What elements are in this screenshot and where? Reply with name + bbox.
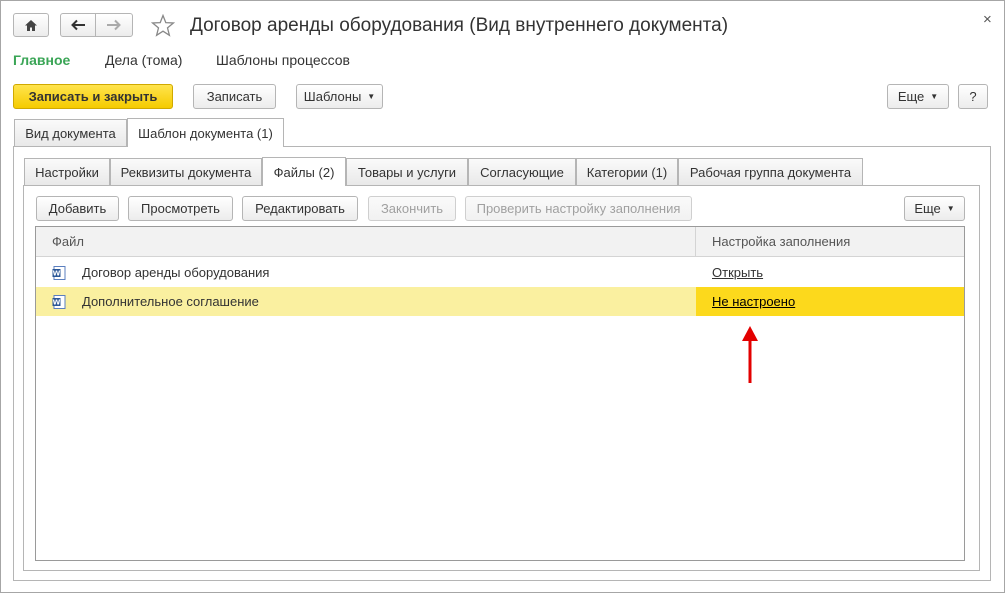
home-icon [25,19,37,31]
templates-dropdown-button[interactable]: Шаблоны ▼ [296,84,383,109]
caret-down-icon: ▼ [367,92,376,101]
back-button[interactable] [60,13,96,37]
tab-document-template[interactable]: Шаблон документа (1) [127,118,284,147]
annotation-arrow-up-icon [742,326,758,383]
caret-down-icon: ▼ [930,92,939,101]
file-name-cell: W Договор аренды оборудования [52,265,270,280]
tab-document-kind[interactable]: Вид документа [14,119,127,146]
arrow-right-icon [107,19,121,31]
tab-settings[interactable]: Настройки [24,158,110,185]
close-icon[interactable]: × [983,11,992,28]
word-document-icon: W [52,265,66,280]
tab-approvers[interactable]: Согласующие [468,158,576,185]
save-button[interactable]: Записать [193,84,276,109]
forward-button[interactable] [95,13,133,37]
help-button[interactable]: ? [958,84,988,109]
table-row[interactable]: W Дополнительное соглашение Не настроено [36,287,964,316]
files-table: Файл Настройка заполнения W Договор арен… [35,226,965,561]
view-button[interactable]: Просмотреть [128,196,233,221]
svg-text:W: W [53,269,61,277]
window-title: Договор аренды оборудования (Вид внутрен… [190,15,729,36]
check-filling-settings-button[interactable]: Проверить настройку заполнения [465,196,692,221]
home-button[interactable] [13,13,49,37]
table-row[interactable]: W Договор аренды оборудования Открыть [36,258,964,287]
tab-document-attributes[interactable]: Реквизиты документа [110,158,262,185]
files-more-dropdown-button[interactable]: Еще ▼ [904,196,965,221]
file-name-cell: W Дополнительное соглашение [52,294,259,309]
edit-button[interactable]: Редактировать [242,196,358,221]
filling-setting-link[interactable]: Не настроено [696,287,964,316]
section-main[interactable]: Главное [13,52,70,68]
svg-text:W: W [53,298,61,306]
save-and-close-button[interactable]: Записать и закрыть [13,84,173,109]
filling-setting-link[interactable]: Открыть [712,258,962,287]
tab-categories[interactable]: Категории (1) [576,158,678,185]
caret-down-icon: ▼ [946,204,955,213]
tab-working-group[interactable]: Рабочая группа документа [678,158,863,185]
tab-goods-services[interactable]: Товары и услуги [346,158,468,185]
column-header-file[interactable]: Файл [36,227,696,257]
arrow-left-icon [71,19,85,31]
tab-files[interactable]: Файлы (2) [262,157,346,186]
more-dropdown-button[interactable]: Еще ▼ [887,84,949,109]
finish-button[interactable]: Закончить [368,196,456,221]
document-window: Договор аренды оборудования (Вид внутрен… [0,0,1005,593]
word-document-icon: W [52,294,66,309]
section-cases[interactable]: Дела (тома) [105,52,182,68]
add-button[interactable]: Добавить [36,196,119,221]
star-icon[interactable] [151,14,175,37]
column-header-filling-setting[interactable]: Настройка заполнения [696,227,964,257]
section-process-templates[interactable]: Шаблоны процессов [216,52,350,68]
